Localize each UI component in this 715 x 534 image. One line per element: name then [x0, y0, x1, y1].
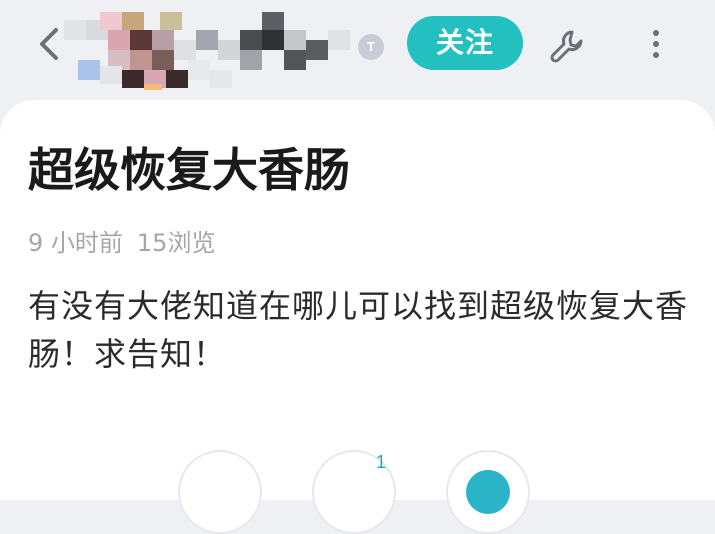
follow-button[interactable]: 关注 — [407, 16, 523, 70]
post-body: 有没有大佬知道在哪儿可以找到超级恢复大香肠！求告知！ — [28, 287, 689, 373]
action-count-badge: 1 — [376, 452, 387, 472]
share-button[interactable] — [446, 450, 530, 534]
user-level-badge: T — [358, 34, 384, 60]
top-bar: T 关注 — [0, 0, 715, 100]
post-time: 9 小时前 — [28, 229, 123, 257]
user-profile[interactable]: T — [60, 10, 390, 90]
share-icon — [466, 470, 510, 514]
post-views: 15浏览 — [136, 229, 216, 257]
more-vertical-icon — [653, 30, 659, 58]
wrench-icon — [550, 30, 583, 63]
post-card: 超级恢复大香肠 9 小时前 15浏览 有没有大佬知道在哪儿可以找到超级恢复大香肠！… — [0, 100, 715, 534]
avatar — [60, 10, 390, 90]
post-title: 超级恢复大香肠 — [28, 143, 350, 197]
more-button[interactable] — [636, 22, 676, 66]
like-button[interactable] — [178, 450, 262, 534]
post-meta: 9 小时前 15浏览 — [28, 226, 215, 260]
chevron-left-icon — [40, 28, 58, 60]
back-button[interactable] — [36, 24, 62, 64]
settings-button[interactable] — [545, 24, 589, 68]
